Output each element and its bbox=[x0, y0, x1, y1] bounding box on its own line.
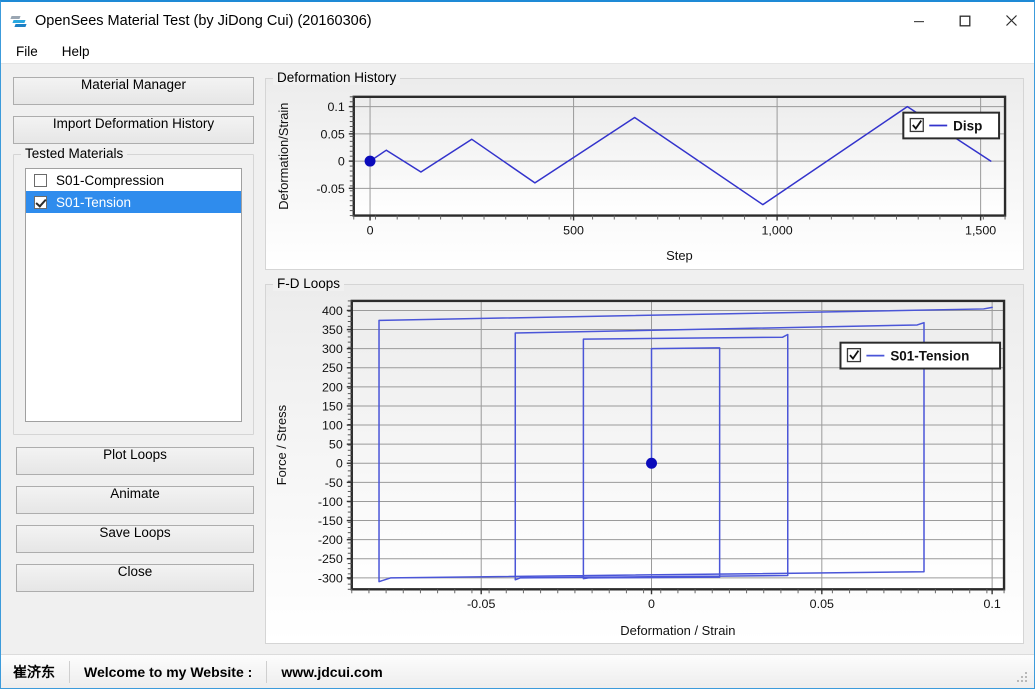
svg-text:250: 250 bbox=[322, 361, 343, 375]
svg-text:150: 150 bbox=[322, 399, 343, 413]
list-item[interactable]: S01-Compression bbox=[26, 169, 241, 191]
svg-text:0: 0 bbox=[367, 223, 374, 237]
svg-text:0.1: 0.1 bbox=[327, 100, 344, 114]
fd-loops-panel: -0.05 0 0.05 0.1 -300 -250 -200 -150 -100 -50 0 50 1… bbox=[265, 284, 1024, 644]
list-item-label: S01-Tension bbox=[56, 194, 132, 210]
svg-text:200: 200 bbox=[322, 380, 343, 394]
list-item[interactable]: S01-Tension bbox=[26, 191, 241, 213]
svg-text:100: 100 bbox=[322, 419, 343, 433]
fd-loops-title: F-D Loops bbox=[273, 276, 345, 291]
svg-text:0.1: 0.1 bbox=[983, 597, 1000, 611]
opensees-app-icon bbox=[10, 12, 28, 30]
svg-text:0: 0 bbox=[338, 155, 345, 169]
svg-text:50: 50 bbox=[329, 438, 343, 452]
maximize-icon bbox=[959, 15, 971, 26]
content-area: Material Manager Import Deformation Hist… bbox=[1, 64, 1034, 655]
close-icon bbox=[1005, 15, 1017, 26]
svg-text:0.05: 0.05 bbox=[321, 127, 345, 141]
svg-text:-0.05: -0.05 bbox=[467, 597, 495, 611]
app-window: OpenSees Material Test (by JiDong Cui) (… bbox=[0, 0, 1035, 689]
resize-grip-icon[interactable] bbox=[1015, 670, 1029, 684]
status-bar: 崔济东 Welcome to my Website : www.jdcui.co… bbox=[1, 654, 1034, 688]
svg-text:500: 500 bbox=[563, 223, 584, 237]
window-controls bbox=[896, 2, 1034, 39]
svg-text:S01-Tension: S01-Tension bbox=[890, 349, 969, 364]
list-item-label: S01-Compression bbox=[56, 172, 165, 188]
svg-text:350: 350 bbox=[322, 323, 343, 337]
svg-text:Deformation / Strain: Deformation / Strain bbox=[620, 623, 735, 638]
tested-materials-label: Tested Materials bbox=[21, 146, 128, 161]
menu-bar: File Help bbox=[1, 39, 1034, 64]
material-manager-button[interactable]: Material Manager bbox=[13, 77, 254, 105]
status-welcome: Welcome to my Website : bbox=[84, 663, 253, 680]
svg-text:-250: -250 bbox=[318, 552, 343, 566]
checkbox-unchecked-icon[interactable] bbox=[34, 173, 47, 187]
save-loops-button[interactable]: Save Loops bbox=[16, 525, 254, 553]
import-deformation-history-button[interactable]: Import Deformation History bbox=[13, 116, 254, 144]
maximize-button[interactable] bbox=[942, 2, 988, 39]
plot-loops-label: Plot Loops bbox=[103, 447, 167, 462]
deformation-history-panel: 0 500 1,000 1,500 -0.05 0 0.05 0.1 Step Deformati… bbox=[265, 78, 1024, 270]
svg-text:-50: -50 bbox=[325, 476, 343, 490]
svg-text:0: 0 bbox=[648, 597, 655, 611]
svg-text:-300: -300 bbox=[318, 571, 343, 585]
close-button[interactable] bbox=[988, 2, 1034, 39]
deformation-history-title: Deformation History bbox=[273, 70, 401, 85]
plot-loops-button[interactable]: Plot Loops bbox=[16, 447, 254, 475]
save-loops-label: Save Loops bbox=[99, 525, 171, 540]
svg-text:400: 400 bbox=[322, 304, 343, 318]
svg-text:Deformation/Strain: Deformation/Strain bbox=[276, 103, 291, 210]
svg-text:-100: -100 bbox=[318, 495, 343, 509]
title-bar: OpenSees Material Test (by JiDong Cui) (… bbox=[1, 2, 1034, 39]
svg-text:1,500: 1,500 bbox=[965, 223, 996, 237]
svg-text:Force / Stress: Force / Stress bbox=[274, 405, 289, 485]
animate-button[interactable]: Animate bbox=[16, 486, 254, 514]
minimize-icon bbox=[914, 20, 924, 22]
svg-text:-150: -150 bbox=[318, 514, 343, 528]
svg-text:1,000: 1,000 bbox=[762, 223, 793, 237]
tested-materials-list[interactable]: S01-Compression S01-Tension bbox=[25, 168, 242, 422]
animate-label: Animate bbox=[110, 486, 160, 501]
svg-text:Step: Step bbox=[666, 248, 693, 263]
minimize-button[interactable] bbox=[896, 2, 942, 39]
menu-item-file[interactable]: File bbox=[10, 41, 48, 62]
svg-text:Disp: Disp bbox=[953, 119, 982, 134]
close-dialog-button[interactable]: Close bbox=[16, 564, 254, 592]
svg-text:-200: -200 bbox=[318, 533, 343, 547]
material-manager-label: Material Manager bbox=[80, 77, 187, 92]
checkbox-checked-icon[interactable] bbox=[34, 195, 47, 209]
fd-loops-chart[interactable]: -0.05 0 0.05 0.1 -300 -250 -200 -150 -100 -50 0 50 1… bbox=[266, 285, 1023, 643]
status-author: 崔济东 bbox=[13, 663, 55, 680]
status-website: www.jdcui.com bbox=[281, 663, 383, 680]
svg-text:300: 300 bbox=[322, 342, 343, 356]
close-dialog-label: Close bbox=[117, 564, 153, 579]
svg-text:0.05: 0.05 bbox=[810, 597, 834, 611]
menu-item-help[interactable]: Help bbox=[56, 41, 100, 62]
left-panel: Material Manager Import Deformation Hist… bbox=[1, 64, 263, 655]
window-title: OpenSees Material Test (by JiDong Cui) (… bbox=[35, 12, 372, 29]
svg-text:-0.05: -0.05 bbox=[316, 182, 344, 196]
import-deformation-history-label: Import Deformation History bbox=[52, 116, 215, 131]
deformation-history-chart[interactable]: 0 500 1,000 1,500 -0.05 0 0.05 0.1 Step Deformati… bbox=[266, 79, 1023, 269]
svg-text:0: 0 bbox=[336, 457, 343, 471]
